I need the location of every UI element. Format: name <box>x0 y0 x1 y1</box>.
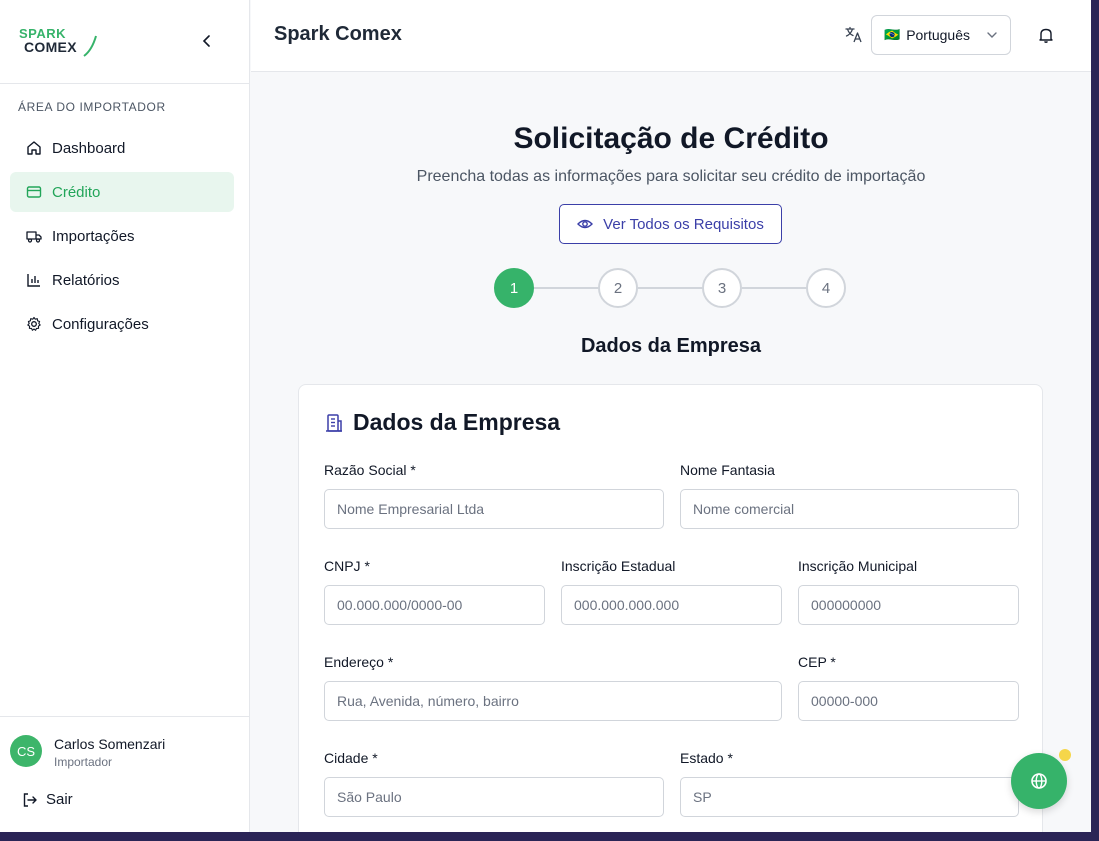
sidebar-item-configuracoes[interactable]: Configurações <box>10 304 234 344</box>
main-content: Solicitação de Crédito Preencha todas as… <box>251 72 1091 832</box>
view-requirements-label: Ver Todos os Requisitos <box>603 215 764 233</box>
cidade-input[interactable] <box>324 777 664 817</box>
sidebar-item-relatorios[interactable]: Relatórios <box>10 260 234 300</box>
user-name: Carlos Somenzari <box>54 736 166 752</box>
app-window: SPARK COMEX ÁREA DO IMPORTADOR Dashboard… <box>0 0 1091 832</box>
step-connector <box>638 287 703 289</box>
sidebar-item-importacoes[interactable]: Importações <box>10 216 234 256</box>
inscricao-municipal-input[interactable] <box>798 585 1019 625</box>
logo-row: SPARK COMEX <box>0 0 249 84</box>
inscricao-estadual-label: Inscrição Estadual <box>561 558 676 574</box>
logout-label: Sair <box>46 791 73 808</box>
cep-input[interactable] <box>798 681 1019 721</box>
user-role: Importador <box>54 755 113 769</box>
chevron-down-icon <box>987 32 997 38</box>
chevron-left-icon <box>202 35 210 47</box>
sidebar-nav: Dashboard Crédito Importações Relatórios <box>10 128 234 348</box>
logout-icon <box>23 792 37 807</box>
inscricao-municipal-label: Inscrição Municipal <box>798 558 918 574</box>
eye-icon <box>577 219 594 229</box>
card-title: Dados da Empresa <box>324 409 560 436</box>
step-2[interactable]: 2 <box>598 268 638 308</box>
home-icon <box>26 140 42 156</box>
bar-chart-icon <box>26 272 42 288</box>
building-icon <box>326 413 342 432</box>
bell-icon[interactable] <box>1037 26 1055 44</box>
sidebar-item-label: Relatórios <box>52 271 120 289</box>
endereco-label: Endereço * <box>324 654 394 670</box>
cidade-label: Cidade * <box>324 750 378 766</box>
logout-button[interactable]: Sair <box>22 791 73 808</box>
step-3[interactable]: 3 <box>702 268 742 308</box>
endereco-input[interactable] <box>324 681 782 721</box>
credit-card-icon <box>26 184 42 200</box>
nome-fantasia-label: Nome Fantasia <box>680 462 775 478</box>
sidebar-item-label: Crédito <box>52 183 101 201</box>
cep-label: CEP * <box>798 654 836 670</box>
page-title: Solicitação de Crédito <box>513 122 829 155</box>
step-1[interactable]: 1 <box>494 268 534 308</box>
truck-icon <box>26 228 42 244</box>
razao-social-input[interactable] <box>324 489 664 529</box>
sidebar-section-label: ÁREA DO IMPORTADOR <box>18 100 166 114</box>
page-subtitle: Preencha todas as informações para solic… <box>416 168 926 185</box>
sidebar-item-label: Importações <box>52 227 135 245</box>
step-connector <box>742 287 807 289</box>
globe-icon <box>1031 773 1047 789</box>
company-data-card: Dados da Empresa Razão Social * Nome Fan… <box>298 384 1043 832</box>
user-block: CS Carlos Somenzari Importador Sair <box>0 716 250 832</box>
step-title: Dados da Empresa <box>580 335 762 357</box>
inscricao-estadual-input[interactable] <box>561 585 782 625</box>
stepper: 1 2 3 4 <box>494 268 849 308</box>
estado-input[interactable] <box>680 777 1019 817</box>
estado-label: Estado * <box>680 750 733 766</box>
language-selected-value: Português <box>906 27 971 43</box>
logo-text-bottom: COMEX <box>24 39 77 55</box>
gear-icon <box>26 316 42 332</box>
card-title-text: Dados da Empresa <box>353 409 561 435</box>
step-connector <box>534 287 599 289</box>
cnpj-input[interactable] <box>324 585 545 625</box>
step-4[interactable]: 4 <box>806 268 846 308</box>
brazil-flag-icon: 🇧🇷 <box>884 27 901 42</box>
razao-social-label: Razão Social * <box>324 462 416 478</box>
nome-fantasia-input[interactable] <box>680 489 1019 529</box>
sidebar-item-label: Dashboard <box>52 139 126 157</box>
notification-dot <box>1059 749 1071 761</box>
cnpj-label: CNPJ * <box>324 558 370 574</box>
header-title: Spark Comex <box>274 23 402 45</box>
sidebar-item-label: Configurações <box>52 315 149 333</box>
avatar[interactable]: CS <box>10 735 42 767</box>
sidebar-item-credito[interactable]: Crédito <box>10 172 234 212</box>
spark-comex-logo[interactable]: SPARK COMEX <box>18 24 100 60</box>
language-select[interactable]: 🇧🇷 Português <box>871 15 1011 55</box>
view-requirements-button[interactable]: Ver Todos os Requisitos <box>559 204 782 244</box>
assistant-fab-button[interactable] <box>1011 753 1067 809</box>
top-header: Spark Comex 🇧🇷 Português <box>251 0 1091 72</box>
translate-icon <box>845 26 862 43</box>
sidebar-item-dashboard[interactable]: Dashboard <box>10 128 234 168</box>
collapse-sidebar-button[interactable] <box>196 30 218 52</box>
sidebar: SPARK COMEX ÁREA DO IMPORTADOR Dashboard… <box>0 0 250 832</box>
